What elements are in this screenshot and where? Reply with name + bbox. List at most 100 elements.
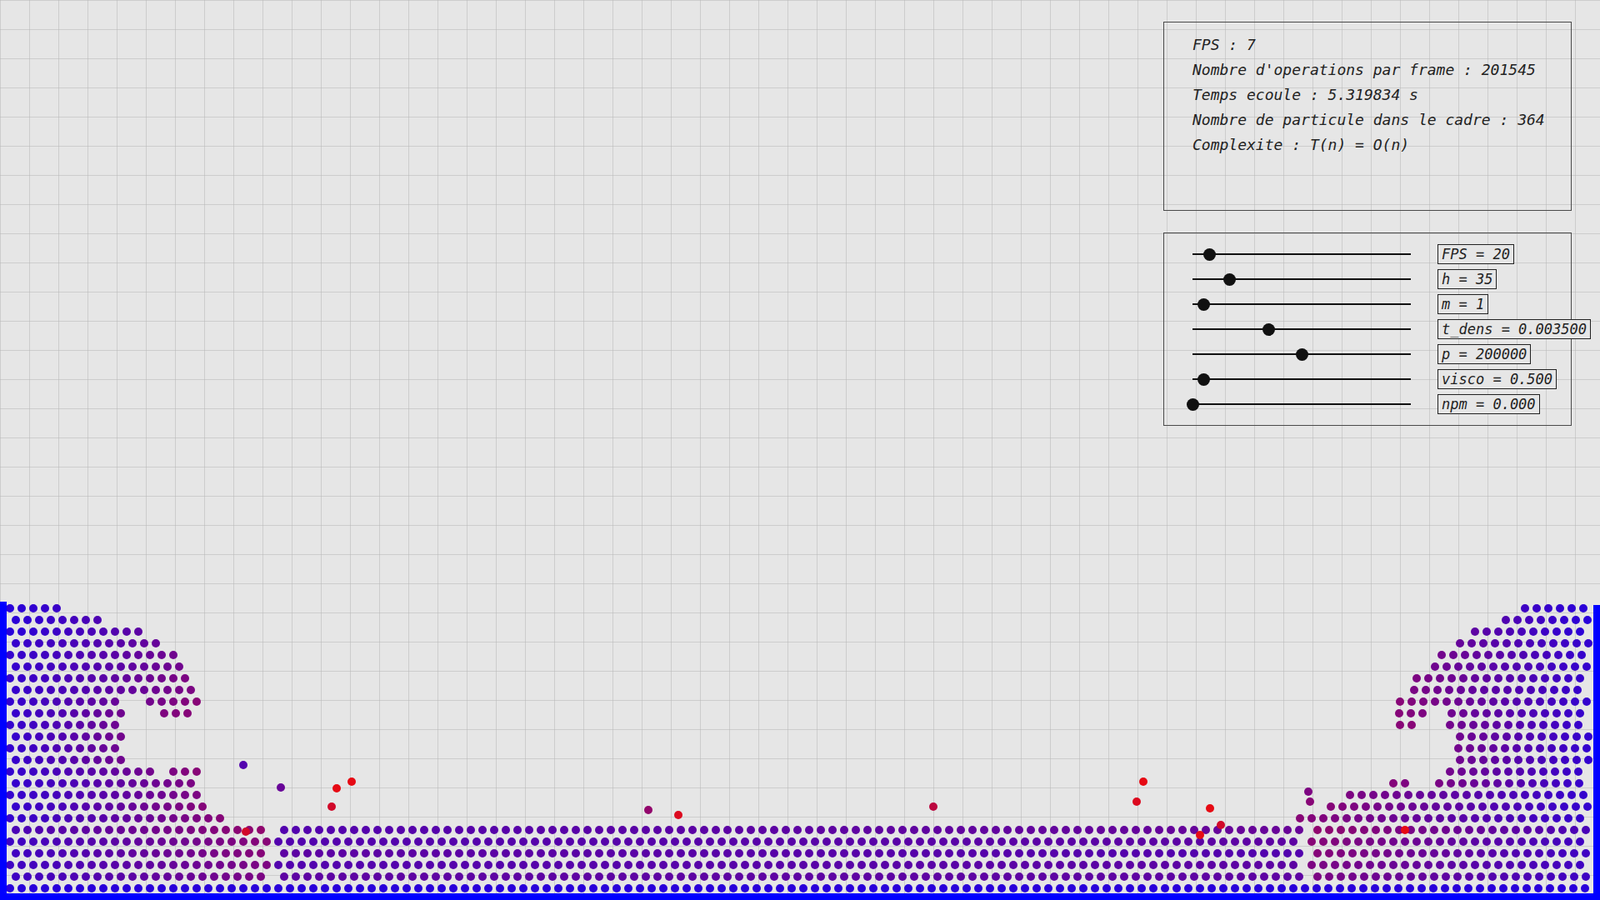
fluid-particle: [1494, 627, 1503, 636]
fluid-particle: [1435, 860, 1445, 870]
fluid-particle: [1435, 779, 1444, 788]
fluid-particle: [280, 872, 289, 881]
slider-knob[interactable]: [1223, 273, 1236, 286]
fluid-particle: [1044, 837, 1053, 846]
fluid-particle: [81, 732, 90, 741]
fluid-particle: [1201, 872, 1210, 881]
fluid-particle: [886, 825, 895, 835]
fluid-particle: [75, 767, 85, 776]
fluid-particle: [1225, 872, 1234, 881]
fluid-particle: [1295, 872, 1304, 881]
fluid-particle: [945, 872, 954, 881]
fluid-particle: [530, 884, 540, 893]
fluid-particle: [93, 709, 102, 718]
slider-track[interactable]: [1192, 303, 1411, 305]
slider-track[interactable]: [1192, 378, 1411, 380]
fluid-particle: [241, 827, 250, 836]
fluid-particle: [1573, 685, 1582, 695]
slider-knob[interactable]: [1262, 323, 1275, 336]
fluid-particle: [834, 837, 843, 846]
fluid-particle: [128, 849, 137, 858]
fluid-particle: [875, 825, 884, 835]
slider-knob[interactable]: [1197, 373, 1210, 386]
slider-knob[interactable]: [1295, 348, 1309, 361]
fluid-particle: [1555, 604, 1565, 613]
fluid-particle: [478, 825, 487, 835]
fluid-particle: [1477, 662, 1486, 671]
fluid-particle: [52, 674, 61, 683]
fluid-particle: [1557, 884, 1566, 893]
fluid-particle: [163, 825, 172, 835]
slider-track[interactable]: [1192, 328, 1411, 330]
fluid-particle: [997, 837, 1006, 846]
slider-track[interactable]: [1192, 278, 1411, 280]
fluid-particle: [1520, 604, 1530, 613]
fluid-particle: [1540, 779, 1549, 788]
fluid-particle: [309, 860, 318, 870]
slider-knob[interactable]: [1203, 248, 1216, 261]
fluid-particle: [116, 639, 125, 648]
fluid-particle: [169, 860, 178, 870]
fluid-particle: [40, 837, 50, 846]
fluid-particle: [233, 825, 242, 835]
fluid-particle: [210, 825, 219, 835]
fluid-particle: [799, 837, 808, 846]
fluid-particle: [420, 825, 429, 835]
fluid-particle: [845, 837, 855, 846]
fluid-particle: [1445, 720, 1455, 730]
fluid-particle: [1445, 685, 1454, 695]
fluid-particle: [1582, 744, 1591, 753]
fluid-particle: [1560, 755, 1570, 765]
fluid-particle: [618, 849, 627, 858]
fluid-particle: [297, 860, 306, 870]
fluid-particle: [145, 814, 155, 823]
fluid-particle: [122, 837, 131, 846]
slider-knob[interactable]: [1197, 298, 1210, 311]
fluid-particle: [1505, 709, 1515, 718]
fluid-particle: [1492, 767, 1501, 776]
fluid-particle: [40, 744, 50, 753]
fluid-particle: [110, 744, 120, 753]
fluid-particle: [58, 779, 67, 788]
fluid-particle: [52, 744, 61, 753]
fluid-particle: [274, 860, 283, 870]
fluid-particle: [933, 825, 942, 835]
fluid-particle: [980, 849, 989, 858]
fluid-particle: [1015, 825, 1024, 835]
fluid-particle: [904, 837, 913, 846]
fluid-particle: [1536, 615, 1545, 625]
fluid-particle: [1205, 804, 1215, 813]
fluid-particle: [455, 849, 464, 858]
fluid-particle: [140, 849, 149, 858]
fluid-particle: [58, 872, 67, 881]
fluid-particle: [717, 860, 726, 870]
fluid-particle: [1406, 709, 1415, 718]
slider-track[interactable]: [1192, 253, 1411, 255]
fluid-particle: [1330, 837, 1340, 846]
slider-knob[interactable]: [1186, 398, 1200, 411]
fluid-particle: [134, 674, 143, 683]
fluid-particle: [1517, 814, 1526, 823]
fluid-particle: [1277, 837, 1286, 846]
fluid-particle: [653, 849, 662, 858]
fluid-particle: [1549, 639, 1558, 648]
fluid-particle: [81, 779, 90, 788]
fluid-particle: [180, 767, 190, 776]
fluid-particle: [437, 860, 446, 870]
fluid-particle: [1489, 662, 1498, 671]
fluid-particle: [997, 884, 1006, 893]
fluid-particle: [1459, 837, 1468, 846]
slider-track[interactable]: [1192, 403, 1411, 405]
fluid-particle: [116, 755, 125, 765]
slider-track[interactable]: [1192, 353, 1411, 355]
fluid-particle: [1079, 837, 1088, 846]
fluid-particle: [449, 860, 458, 870]
fluid-particle: [525, 849, 534, 858]
fluid-particle: [1120, 825, 1129, 835]
fluid-particle: [70, 639, 79, 648]
fluid-particle: [1213, 849, 1222, 858]
fluid-particle: [688, 872, 697, 881]
fluid-particle: [641, 872, 650, 881]
fluid-particle: [1271, 849, 1280, 858]
fluid-particle: [17, 627, 26, 636]
